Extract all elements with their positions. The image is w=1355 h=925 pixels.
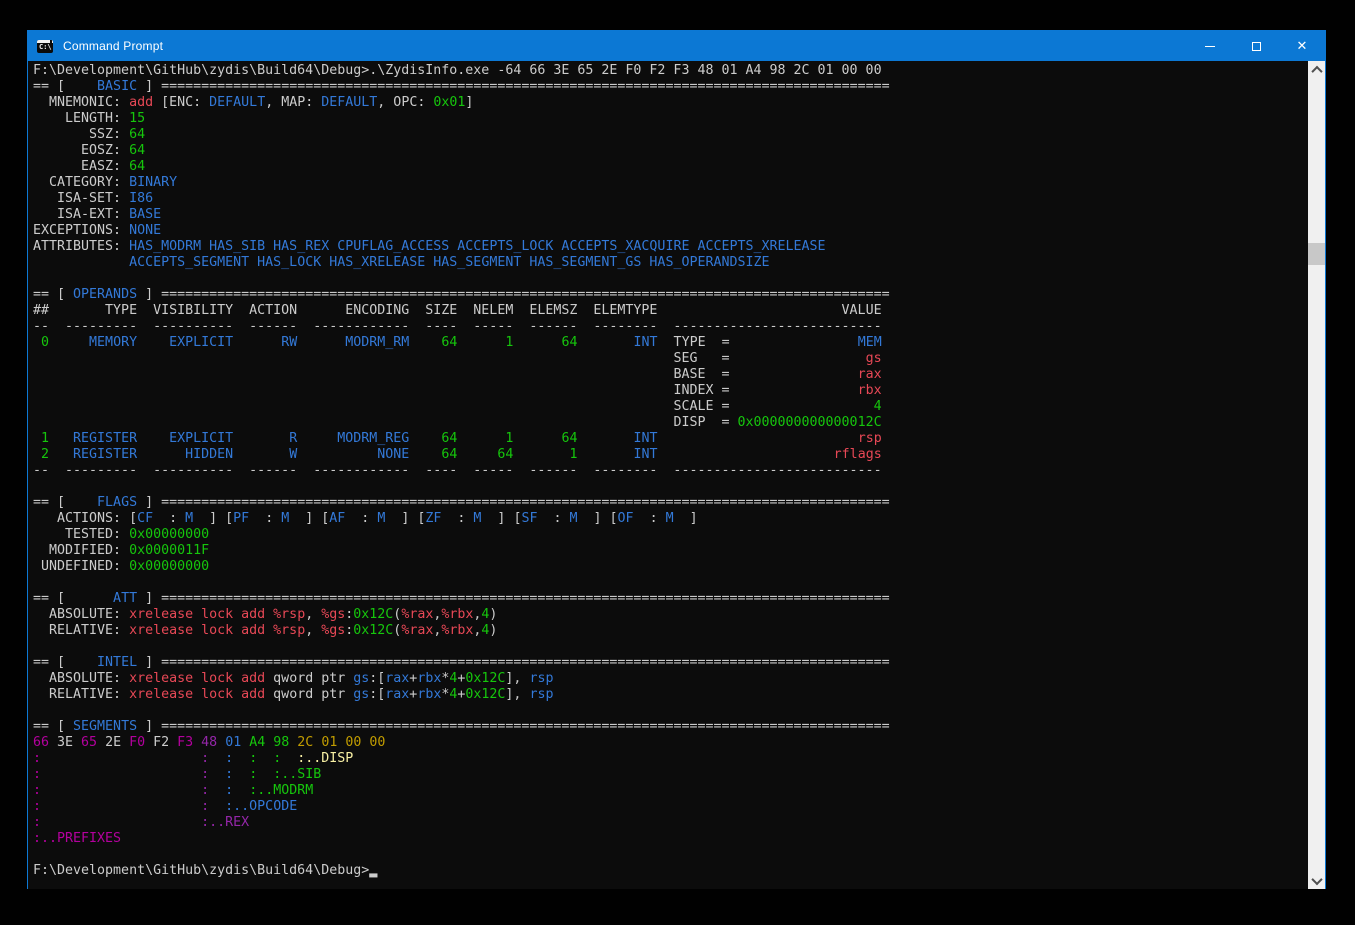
terminal-line: ## TYPE VISIBILITY ACTION ENCODING SIZE … xyxy=(33,303,1301,319)
terminal-line xyxy=(33,847,1301,863)
terminal-line: DISP = 0x000000000000012C xyxy=(33,415,1301,431)
terminal-line: : : : : : :..DISP xyxy=(33,751,1301,767)
terminal-line xyxy=(33,575,1301,591)
close-icon: ✕ xyxy=(1297,40,1308,53)
terminal-line: == [ OPERANDS ] ========================… xyxy=(33,287,1301,303)
terminal-line: : : : :..MODRM xyxy=(33,783,1301,799)
terminal-line xyxy=(33,479,1301,495)
terminal-line: == [ INTEL ] ===========================… xyxy=(33,655,1301,671)
title-bar[interactable]: C:\ Command Prompt ✕ xyxy=(28,31,1325,61)
cmd-icon[interactable]: C:\ xyxy=(37,40,53,53)
window-title: Command Prompt xyxy=(63,39,163,53)
terminal-line: LENGTH: 15 xyxy=(33,111,1301,127)
chevron-down-icon xyxy=(1311,873,1322,884)
terminal-line: 2 REGISTER HIDDEN W NONE 64 64 1 INT rfl… xyxy=(33,447,1301,463)
console-area[interactable]: F:\Development\GitHub\zydis\Build64\Debu… xyxy=(28,61,1325,889)
terminal-line: RELATIVE: xrelease lock add qword ptr gs… xyxy=(33,687,1301,703)
terminal-line: :..PREFIXES xyxy=(33,831,1301,847)
terminal-line: EOSZ: 64 xyxy=(33,143,1301,159)
scroll-down-button[interactable] xyxy=(1308,872,1325,889)
maximize-button[interactable] xyxy=(1233,31,1279,61)
terminal-line: : : :..OPCODE xyxy=(33,799,1301,815)
minimize-icon xyxy=(1205,46,1215,47)
terminal-line xyxy=(33,639,1301,655)
terminal-line: == [ BASIC ] ===========================… xyxy=(33,79,1301,95)
scrollbar-thumb[interactable] xyxy=(1308,243,1325,265)
terminal-line: 0 MEMORY EXPLICIT RW MODRM_RM 64 1 64 IN… xyxy=(33,335,1301,351)
terminal-line: ISA-EXT: BASE xyxy=(33,207,1301,223)
minimize-button[interactable] xyxy=(1187,31,1233,61)
terminal-line: 1 REGISTER EXPLICIT R MODRM_REG 64 1 64 … xyxy=(33,431,1301,447)
terminal-line: SCALE = 4 xyxy=(33,399,1301,415)
terminal-line: ABSOLUTE: xrelease lock add qword ptr gs… xyxy=(33,671,1301,687)
text-cursor: ▂ xyxy=(369,863,377,878)
terminal-line: 66 3E 65 2E F0 F2 F3 48 01 A4 98 2C 01 0… xyxy=(33,735,1301,751)
terminal-line: MNEMONIC: add [ENC: DEFAULT, MAP: DEFAUL… xyxy=(33,95,1301,111)
terminal-line: BASE = rax xyxy=(33,367,1301,383)
scroll-up-button[interactable] xyxy=(1308,61,1325,78)
terminal-line: SSZ: 64 xyxy=(33,127,1301,143)
terminal-line xyxy=(33,703,1301,719)
terminal-line: ACCEPTS_SEGMENT HAS_LOCK HAS_XRELEASE HA… xyxy=(33,255,1301,271)
terminal-line: EXCEPTIONS: NONE xyxy=(33,223,1301,239)
close-button[interactable]: ✕ xyxy=(1279,31,1325,61)
terminal-line: == [ ATT ] =============================… xyxy=(33,591,1301,607)
terminal-line: CATEGORY: BINARY xyxy=(33,175,1301,191)
terminal-window: C:\ Command Prompt ✕ F:\Development\GitH… xyxy=(27,30,1326,889)
chevron-up-icon xyxy=(1311,65,1322,76)
terminal-line: F:\Development\GitHub\zydis\Build64\Debu… xyxy=(33,63,1301,79)
terminal-line: INDEX = rbx xyxy=(33,383,1301,399)
maximize-icon xyxy=(1252,42,1261,51)
terminal-line: F:\Development\GitHub\zydis\Build64\Debu… xyxy=(33,863,1301,879)
terminal-line: -- --------- ---------- ------ ---------… xyxy=(33,463,1301,479)
terminal-line: : :..REX xyxy=(33,815,1301,831)
terminal-line: ISA-SET: I86 xyxy=(33,191,1301,207)
terminal-line: == [ FLAGS ] ===========================… xyxy=(33,495,1301,511)
scrollbar[interactable] xyxy=(1308,61,1325,889)
terminal-line: EASZ: 64 xyxy=(33,159,1301,175)
terminal-line: MODIFIED: 0x0000011F xyxy=(33,543,1301,559)
terminal-line: ACTIONS: [CF : M ] [PF : M ] [AF : M ] [… xyxy=(33,511,1301,527)
terminal-line: == [ SEGMENTS ] ========================… xyxy=(33,719,1301,735)
terminal-line: : : : : :..SIB xyxy=(33,767,1301,783)
terminal-output[interactable]: F:\Development\GitHub\zydis\Build64\Debu… xyxy=(28,61,1325,879)
terminal-line xyxy=(33,271,1301,287)
terminal-line: ATTRIBUTES: HAS_MODRM HAS_SIB HAS_REX CP… xyxy=(33,239,1301,255)
terminal-line: ABSOLUTE: xrelease lock add %rsp, %gs:0x… xyxy=(33,607,1301,623)
terminal-line: UNDEFINED: 0x00000000 xyxy=(33,559,1301,575)
terminal-line: -- --------- ---------- ------ ---------… xyxy=(33,319,1301,335)
terminal-line: RELATIVE: xrelease lock add %rsp, %gs:0x… xyxy=(33,623,1301,639)
terminal-line: SEG = gs xyxy=(33,351,1301,367)
terminal-line: TESTED: 0x00000000 xyxy=(33,527,1301,543)
